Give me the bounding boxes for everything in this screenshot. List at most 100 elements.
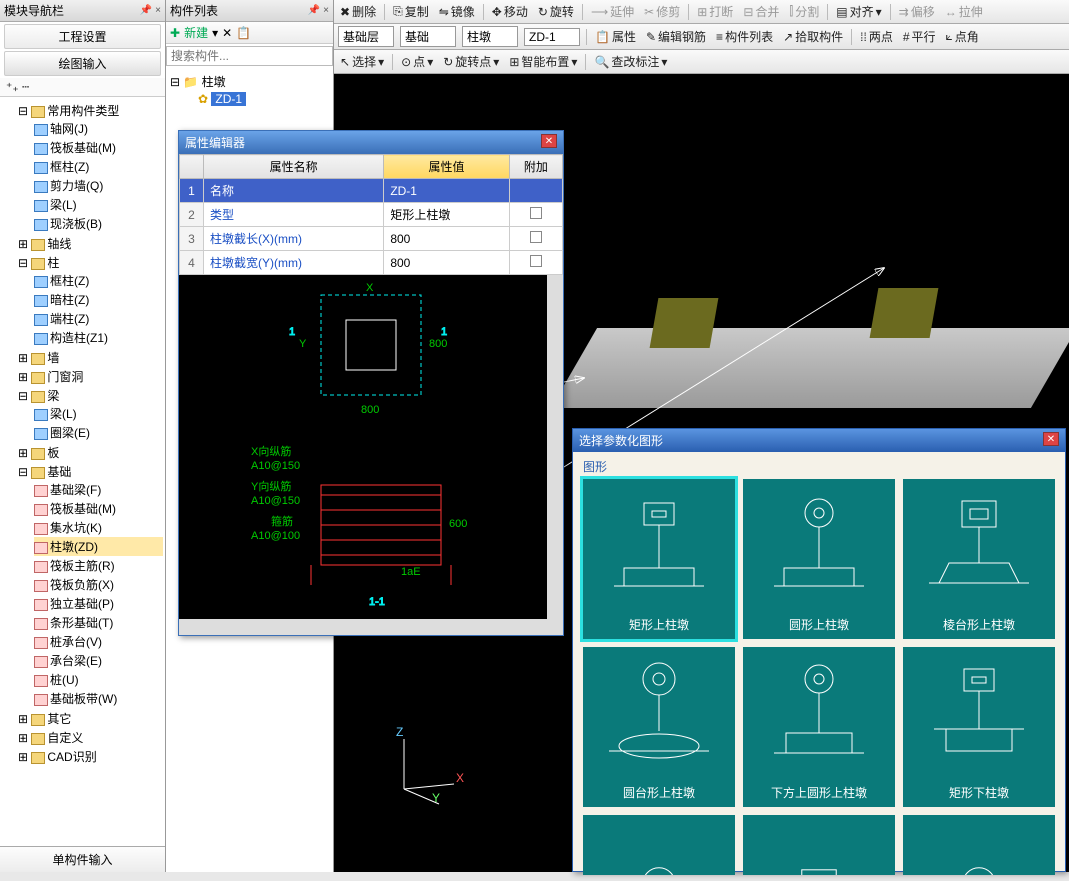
sel-item[interactable]: ZD-1: [524, 28, 580, 46]
shape-frustum-top-pier[interactable]: 棱台形上柱墩: [903, 479, 1055, 639]
tab-project-settings[interactable]: 工程设置: [4, 24, 161, 49]
prop-row-1[interactable]: 1名称ZD-1: [180, 179, 563, 203]
tree-cap-beam[interactable]: 承台梁(E): [34, 651, 163, 670]
tree-end-col[interactable]: 端柱(Z): [34, 309, 163, 328]
tb-delete[interactable]: ✖ 删除: [338, 2, 378, 21]
diagram-hscroll[interactable]: [179, 619, 563, 635]
tree-hidden-col[interactable]: 暗柱(Z): [34, 290, 163, 309]
tb-split: ⫿ 分割: [787, 2, 821, 21]
tb-point[interactable]: ⊙ 点 ▾: [399, 52, 435, 71]
sel-layer[interactable]: 基础层: [338, 26, 394, 47]
prop-row-3[interactable]: 3柱墩截长(X)(mm)800: [180, 227, 563, 251]
tree-axis-line[interactable]: ⊞ 轴线: [18, 234, 163, 253]
prop-row-4[interactable]: 4柱墩截宽(Y)(mm)800: [180, 251, 563, 275]
tb-break: ⊞ 打断: [695, 2, 735, 21]
tree-beam-group[interactable]: ⊟ 梁 梁(L) 圈梁(E): [18, 386, 163, 443]
tree-custom[interactable]: ⊞ 自定义: [18, 728, 163, 747]
tree-ring-beam[interactable]: 圈梁(E): [34, 423, 163, 442]
tb-extend: ⟶ 延伸: [589, 2, 636, 21]
tree-door-window[interactable]: ⊞ 门窗洞: [18, 367, 163, 386]
tree-frame-col2[interactable]: 框柱(Z): [34, 271, 163, 290]
tree-constr-col[interactable]: 构造柱(Z1): [34, 328, 163, 347]
dropdown-icon[interactable]: ▾: [212, 26, 218, 40]
tab-draw-input[interactable]: 绘图输入: [4, 51, 161, 76]
shape-close-icon[interactable]: ✕: [1043, 432, 1059, 446]
comp-root[interactable]: ⊟ 📁 柱墩: [170, 72, 329, 91]
shape-extra-2[interactable]: [743, 815, 895, 875]
tree-wall[interactable]: ⊞ 墙: [18, 348, 163, 367]
new-icon[interactable]: ✚: [170, 26, 180, 40]
shape-sq-circ-top-pier[interactable]: 下方上圆形上柱墩: [743, 647, 895, 807]
tree-slab[interactable]: ⊞ 板: [18, 443, 163, 462]
tree-raft2[interactable]: 筏板基础(M): [34, 499, 163, 518]
tb-copy[interactable]: ⎘ 复制: [391, 2, 431, 21]
svg-text:800: 800: [429, 338, 447, 350]
tree-sump[interactable]: 集水坑(K): [34, 518, 163, 537]
svg-text:600: 600: [449, 518, 467, 530]
nav-title: 模块导航栏: [4, 2, 64, 19]
tree-cast-slab[interactable]: 现浇板(B): [34, 214, 163, 233]
tree-column[interactable]: ⊟ 柱 框柱(Z) 暗柱(Z) 端柱(Z) 构造柱(Z1): [18, 253, 163, 348]
shape-circle-top-pier[interactable]: 圆形上柱墩: [743, 479, 895, 639]
pin-icon[interactable]: 📌 ×: [140, 5, 161, 16]
svg-text:A10@100: A10@100: [251, 530, 300, 542]
tree-raft[interactable]: 筏板基础(M): [34, 138, 163, 157]
tree-pile[interactable]: 桩(U): [34, 670, 163, 689]
sel-type[interactable]: 柱墩: [462, 26, 518, 47]
search-input[interactable]: [166, 46, 333, 66]
shape-dlg-titlebar[interactable]: 选择参数化图形 ✕: [573, 429, 1065, 452]
prop-dlg-titlebar[interactable]: 属性编辑器 ✕: [179, 131, 563, 154]
tb-point-angle[interactable]: ⟀ 点角: [944, 27, 981, 46]
tb-check[interactable]: 🔍 查改标注 ▾: [592, 52, 669, 71]
tb-parallel[interactable]: # 平行: [901, 27, 938, 46]
tree-root[interactable]: ⊟ 常用构件类型 轴网(J) 筏板基础(M) 框柱(Z) 剪力墙(Q) 梁(L)…: [18, 101, 163, 234]
tree-col-pier[interactable]: 柱墩(ZD): [34, 537, 163, 556]
tree-cad[interactable]: ⊞ CAD识别: [18, 747, 163, 766]
tree-beam[interactable]: 梁(L): [34, 195, 163, 214]
tree-found-beam[interactable]: 基础梁(F): [34, 480, 163, 499]
tree-strip-found[interactable]: 条形基础(T): [34, 613, 163, 632]
tree-foundation[interactable]: ⊟ 基础 基础梁(F) 筏板基础(M) 集水坑(K) 柱墩(ZD) 筏板主筋(R…: [18, 462, 163, 709]
tb-two-point[interactable]: ⁞⁞ 两点: [858, 27, 895, 46]
tree-axis-grid[interactable]: 轴网(J): [34, 119, 163, 138]
tb-move[interactable]: ✥ 移动: [490, 2, 530, 21]
tree-other[interactable]: ⊞ 其它: [18, 709, 163, 728]
new-button[interactable]: 新建: [184, 24, 208, 41]
tb-attr[interactable]: 📋 属性: [593, 27, 638, 46]
tb-pick[interactable]: ↗ 拾取构件: [781, 27, 845, 46]
shape-rect-top-pier[interactable]: 矩形上柱墩: [583, 479, 735, 639]
copy-icon[interactable]: 📋: [236, 26, 251, 40]
tree-frame-col[interactable]: 框柱(Z): [34, 157, 163, 176]
delete-icon[interactable]: ✕: [222, 26, 232, 40]
tb-comp-list[interactable]: ≡ 构件列表: [714, 27, 775, 46]
close-icon[interactable]: ✕: [541, 134, 557, 148]
diagram-vscroll[interactable]: [547, 275, 563, 635]
tree-shear-wall[interactable]: 剪力墙(Q): [34, 176, 163, 195]
tb-smart[interactable]: ⊞ 智能布置 ▾: [507, 52, 579, 71]
complist-pin-icon[interactable]: 📌 ×: [308, 5, 329, 16]
tree-pile-cap[interactable]: 桩承台(V): [34, 632, 163, 651]
shape-extra-1[interactable]: [583, 815, 735, 875]
tree-raft-main[interactable]: 筏板主筋(R): [34, 556, 163, 575]
axis-z-label: Z: [396, 725, 403, 739]
shape-cone-top-pier[interactable]: 圆台形上柱墩: [583, 647, 735, 807]
tb-rotate[interactable]: ↻ 旋转: [536, 2, 576, 21]
tb-align[interactable]: ▤ 对齐 ▾: [834, 2, 883, 21]
shape-extra-3[interactable]: [903, 815, 1055, 875]
sel-category[interactable]: 基础: [400, 26, 456, 47]
tree-raft-neg[interactable]: 筏板负筋(X): [34, 575, 163, 594]
tb-offset: ⇉ 偏移: [897, 2, 937, 21]
tree-iso-found[interactable]: 独立基础(P): [34, 594, 163, 613]
tb-rot-point[interactable]: ↻ 旋转点 ▾: [441, 52, 501, 71]
tb-edit-rebar[interactable]: ✎ 编辑钢筋: [644, 27, 708, 46]
tab-single-input[interactable]: 单构件输入: [0, 846, 165, 872]
tree-beam-l2[interactable]: 梁(L): [34, 404, 163, 423]
col-extra: 附加: [509, 155, 562, 179]
tree-slab-strip[interactable]: 基础板带(W): [34, 689, 163, 708]
prop-row-2[interactable]: 2类型矩形上柱墩: [180, 203, 563, 227]
svg-text:1-1: 1-1: [369, 596, 385, 608]
shape-rect-bottom-pier[interactable]: 矩形下柱墩: [903, 647, 1055, 807]
tb-select[interactable]: ↖ 选择 ▾: [338, 52, 386, 71]
tb-mirror[interactable]: ⇋ 镜像: [437, 2, 477, 21]
comp-item[interactable]: ✿ ZD-1: [170, 91, 329, 107]
